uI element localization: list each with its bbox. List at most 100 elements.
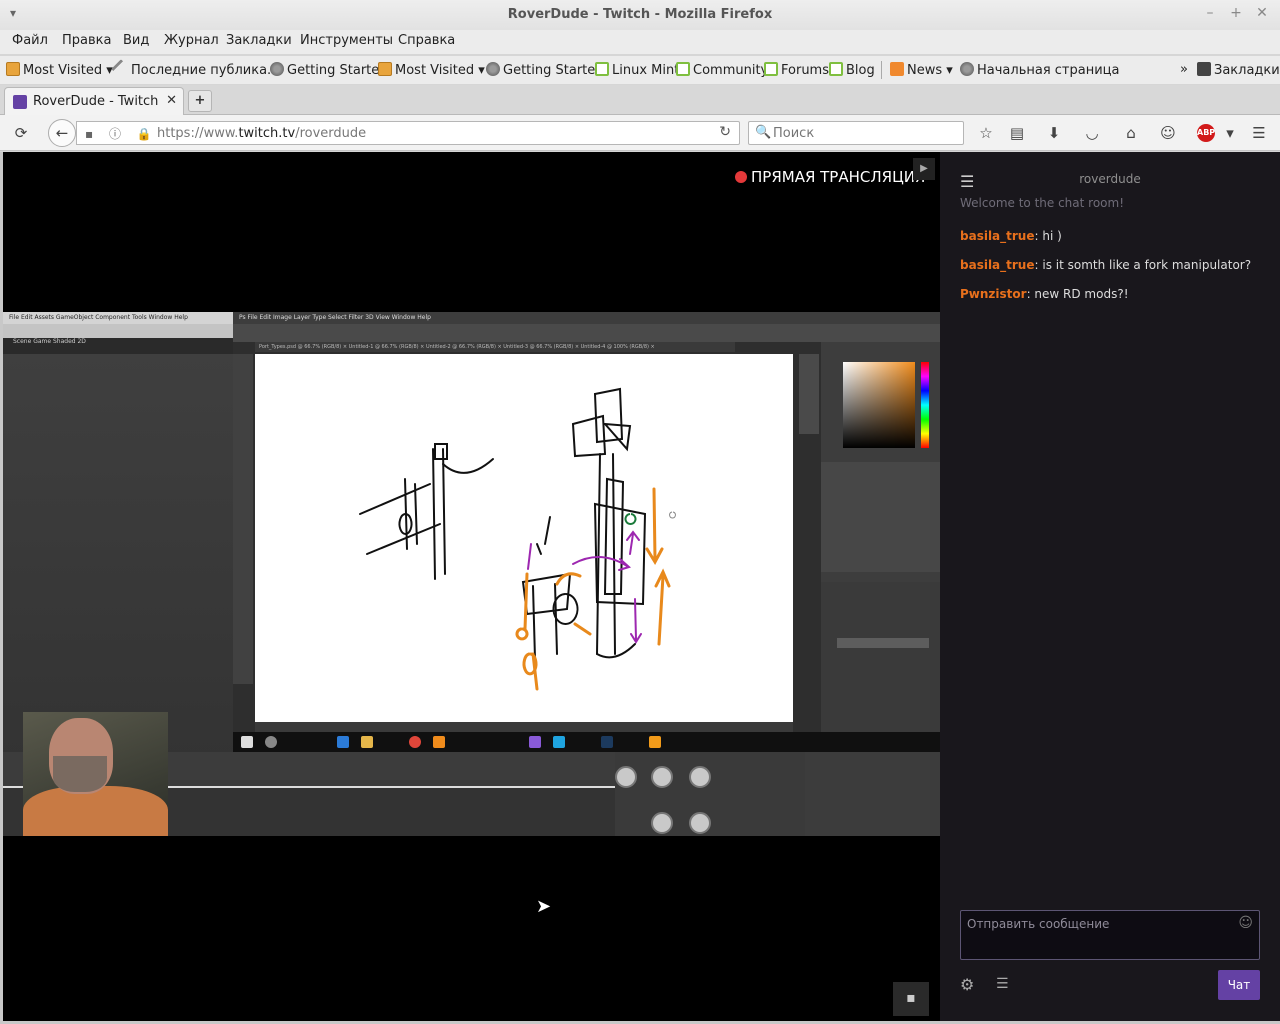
menu-view[interactable]: Вид (123, 33, 149, 48)
photoshop-options-bar (233, 324, 940, 342)
chat-channel-name: roverdude (1079, 172, 1141, 186)
adblock-icon[interactable]: ABP (1197, 124, 1215, 142)
minimize-icon[interactable]: – (1200, 5, 1220, 21)
photoshop-menu: Ps File Edit Image Layer Type Select Fil… (233, 312, 940, 324)
bookmarks-star-icon (1197, 62, 1211, 76)
search-icon: 🔍 (755, 125, 772, 140)
bookmark-most-visited-2[interactable]: Most Visited ▾ (378, 62, 485, 78)
rss-icon (890, 62, 904, 76)
streamer-beard (53, 756, 107, 792)
bookmark-forums[interactable]: Forums (764, 62, 829, 78)
visual-studio-icon (529, 736, 541, 748)
folder-icon (6, 62, 20, 76)
menu-bookmarks[interactable]: Закладки (226, 33, 292, 48)
search-input[interactable] (773, 124, 959, 142)
background-layer (837, 638, 929, 648)
sketch-canvas (255, 354, 793, 722)
photoshop-window: Ps File Edit Image Layer Type Select Fil… (233, 312, 940, 750)
title-bar: ▾ RoverDude - Twitch - Mozilla Firefox –… (0, 0, 1280, 30)
unity-toolbar (3, 324, 233, 338)
back-button[interactable]: ← (48, 119, 76, 147)
chat-message-input[interactable] (967, 917, 1237, 955)
photoshop-taskbar-icon (601, 736, 613, 748)
asset-thumbnail (651, 812, 673, 834)
blender-icon (433, 736, 445, 748)
bookmark-getting-started-2[interactable]: Getting Started (486, 62, 604, 78)
downloads-icon[interactable]: ⬇ (1043, 123, 1065, 143)
bookmark-start-page[interactable]: Начальная страница (960, 62, 1119, 78)
smiley-icon[interactable]: ☺ (1157, 123, 1179, 143)
tab-roverdude[interactable]: RoverDude - Twitch ✕ (4, 87, 184, 115)
layers-panel (821, 582, 940, 732)
pocket-icon[interactable]: ◡ (1081, 123, 1103, 143)
close-icon[interactable]: ✕ (1252, 5, 1272, 21)
reader-list-icon[interactable]: ▤ (1006, 123, 1028, 143)
bookmark-most-visited[interactable]: Most Visited ▾ (6, 62, 113, 78)
bookmark-recent[interactable]: Последние публика... (111, 59, 279, 79)
home-icon[interactable]: ⌂ (1120, 123, 1142, 143)
bookmark-star-icon[interactable]: ☆ (975, 123, 997, 143)
chat-text: hi ) (1042, 229, 1062, 243)
edge-icon (337, 736, 349, 748)
recent-icon (111, 59, 131, 79)
chat-panel: ☰ roverdude Welcome to the chat room! ba… (940, 152, 1280, 1021)
tab-close-icon[interactable]: ✕ (166, 93, 177, 108)
chat-input-box[interactable]: ☺ (960, 910, 1260, 960)
reload-icon[interactable]: ↻ (719, 124, 731, 140)
viewer-list-icon[interactable]: ☰ (996, 976, 1009, 992)
bookmark-community[interactable]: Community (676, 62, 768, 78)
menu-history[interactable]: Журнал (164, 33, 219, 48)
vlc-icon (649, 736, 661, 748)
search-bar[interactable]: 🔍 (748, 121, 964, 145)
gear-icon[interactable]: ⚙ (960, 975, 974, 994)
bookmark-blog[interactable]: Blog (829, 62, 875, 78)
windows-taskbar (233, 732, 940, 752)
skype-icon (553, 736, 565, 748)
bookmark-getting-started[interactable]: Getting Started (270, 62, 388, 78)
adblock-dropdown-icon[interactable]: ▾ (1219, 123, 1241, 143)
menu-file[interactable]: Файл (12, 33, 48, 48)
bookmark-news[interactable]: News ▾ (890, 62, 953, 78)
unity-scene-tabs: Scene Game Shaded 2D (3, 338, 233, 354)
url-text[interactable]: https://www.twitch.tv/roverdude (157, 126, 366, 141)
mint-icon (764, 62, 778, 76)
chat-message: basila_true: is it somth like a fork man… (960, 258, 1252, 272)
video-player[interactable]: ПРЯМАЯ ТРАНСЛЯЦИЯ ▶ File Edit Assets Gam… (3, 152, 940, 1021)
page-content: ПРЯМАЯ ТРАНСЛЯЦИЯ ▶ File Edit Assets Gam… (0, 152, 1280, 1024)
photoshop-panels (821, 342, 940, 732)
maximize-icon[interactable]: + (1226, 5, 1246, 21)
bookmark-linux-mint[interactable]: Linux Mint (595, 62, 679, 78)
chat-username[interactable]: basila_true (960, 229, 1035, 243)
chat-send-button[interactable]: Чат (1218, 970, 1260, 1000)
hamburger-menu-icon[interactable]: ☰ (1248, 123, 1270, 143)
windows-start-icon (241, 736, 253, 748)
chat-toggle-icon[interactable]: ▪ (893, 982, 929, 1016)
menu-tools[interactable]: Инструменты (300, 33, 393, 48)
globe-icon (960, 62, 974, 76)
new-tab-button[interactable]: + (188, 90, 212, 112)
stream-frame: File Edit Assets GameObject Component To… (3, 312, 940, 836)
chat-username[interactable]: basila_true (960, 258, 1035, 272)
asset-thumbnail (689, 766, 711, 788)
menu-edit[interactable]: Правка (62, 33, 111, 48)
mint-icon (595, 62, 609, 76)
photoshop-toolbox (233, 354, 253, 684)
live-dot-icon (735, 171, 747, 183)
live-indicator: ПРЯМАЯ ТРАНСЛЯЦИЯ (735, 168, 925, 186)
bookmarks-overflow-button[interactable]: » (1180, 62, 1188, 77)
bookmark-separator (881, 61, 882, 79)
chat-message: basila_true: hi ) (960, 229, 1062, 243)
bookmarks-menu-button[interactable]: Закладки (1197, 62, 1280, 78)
chat-username[interactable]: Pwnzistor (960, 287, 1027, 301)
mint-icon (829, 62, 843, 76)
site-identity-icon[interactable]: ▪ ⓘ 🔒 (85, 125, 158, 142)
tab-label: RoverDude - Twitch (33, 94, 159, 109)
history-icon[interactable]: ⟳ (10, 123, 32, 143)
emoji-icon[interactable]: ☺ (1238, 915, 1253, 931)
photoshop-panel-strip (799, 354, 819, 434)
url-bar[interactable]: ▪ ⓘ 🔒 https://www.twitch.tv/roverdude ↻ (76, 121, 740, 145)
menu-help[interactable]: Справка (398, 33, 455, 48)
color-hue-slider (921, 362, 929, 448)
collapse-arrow-icon[interactable]: ▶ (913, 158, 935, 180)
color-picker-field (843, 362, 915, 448)
